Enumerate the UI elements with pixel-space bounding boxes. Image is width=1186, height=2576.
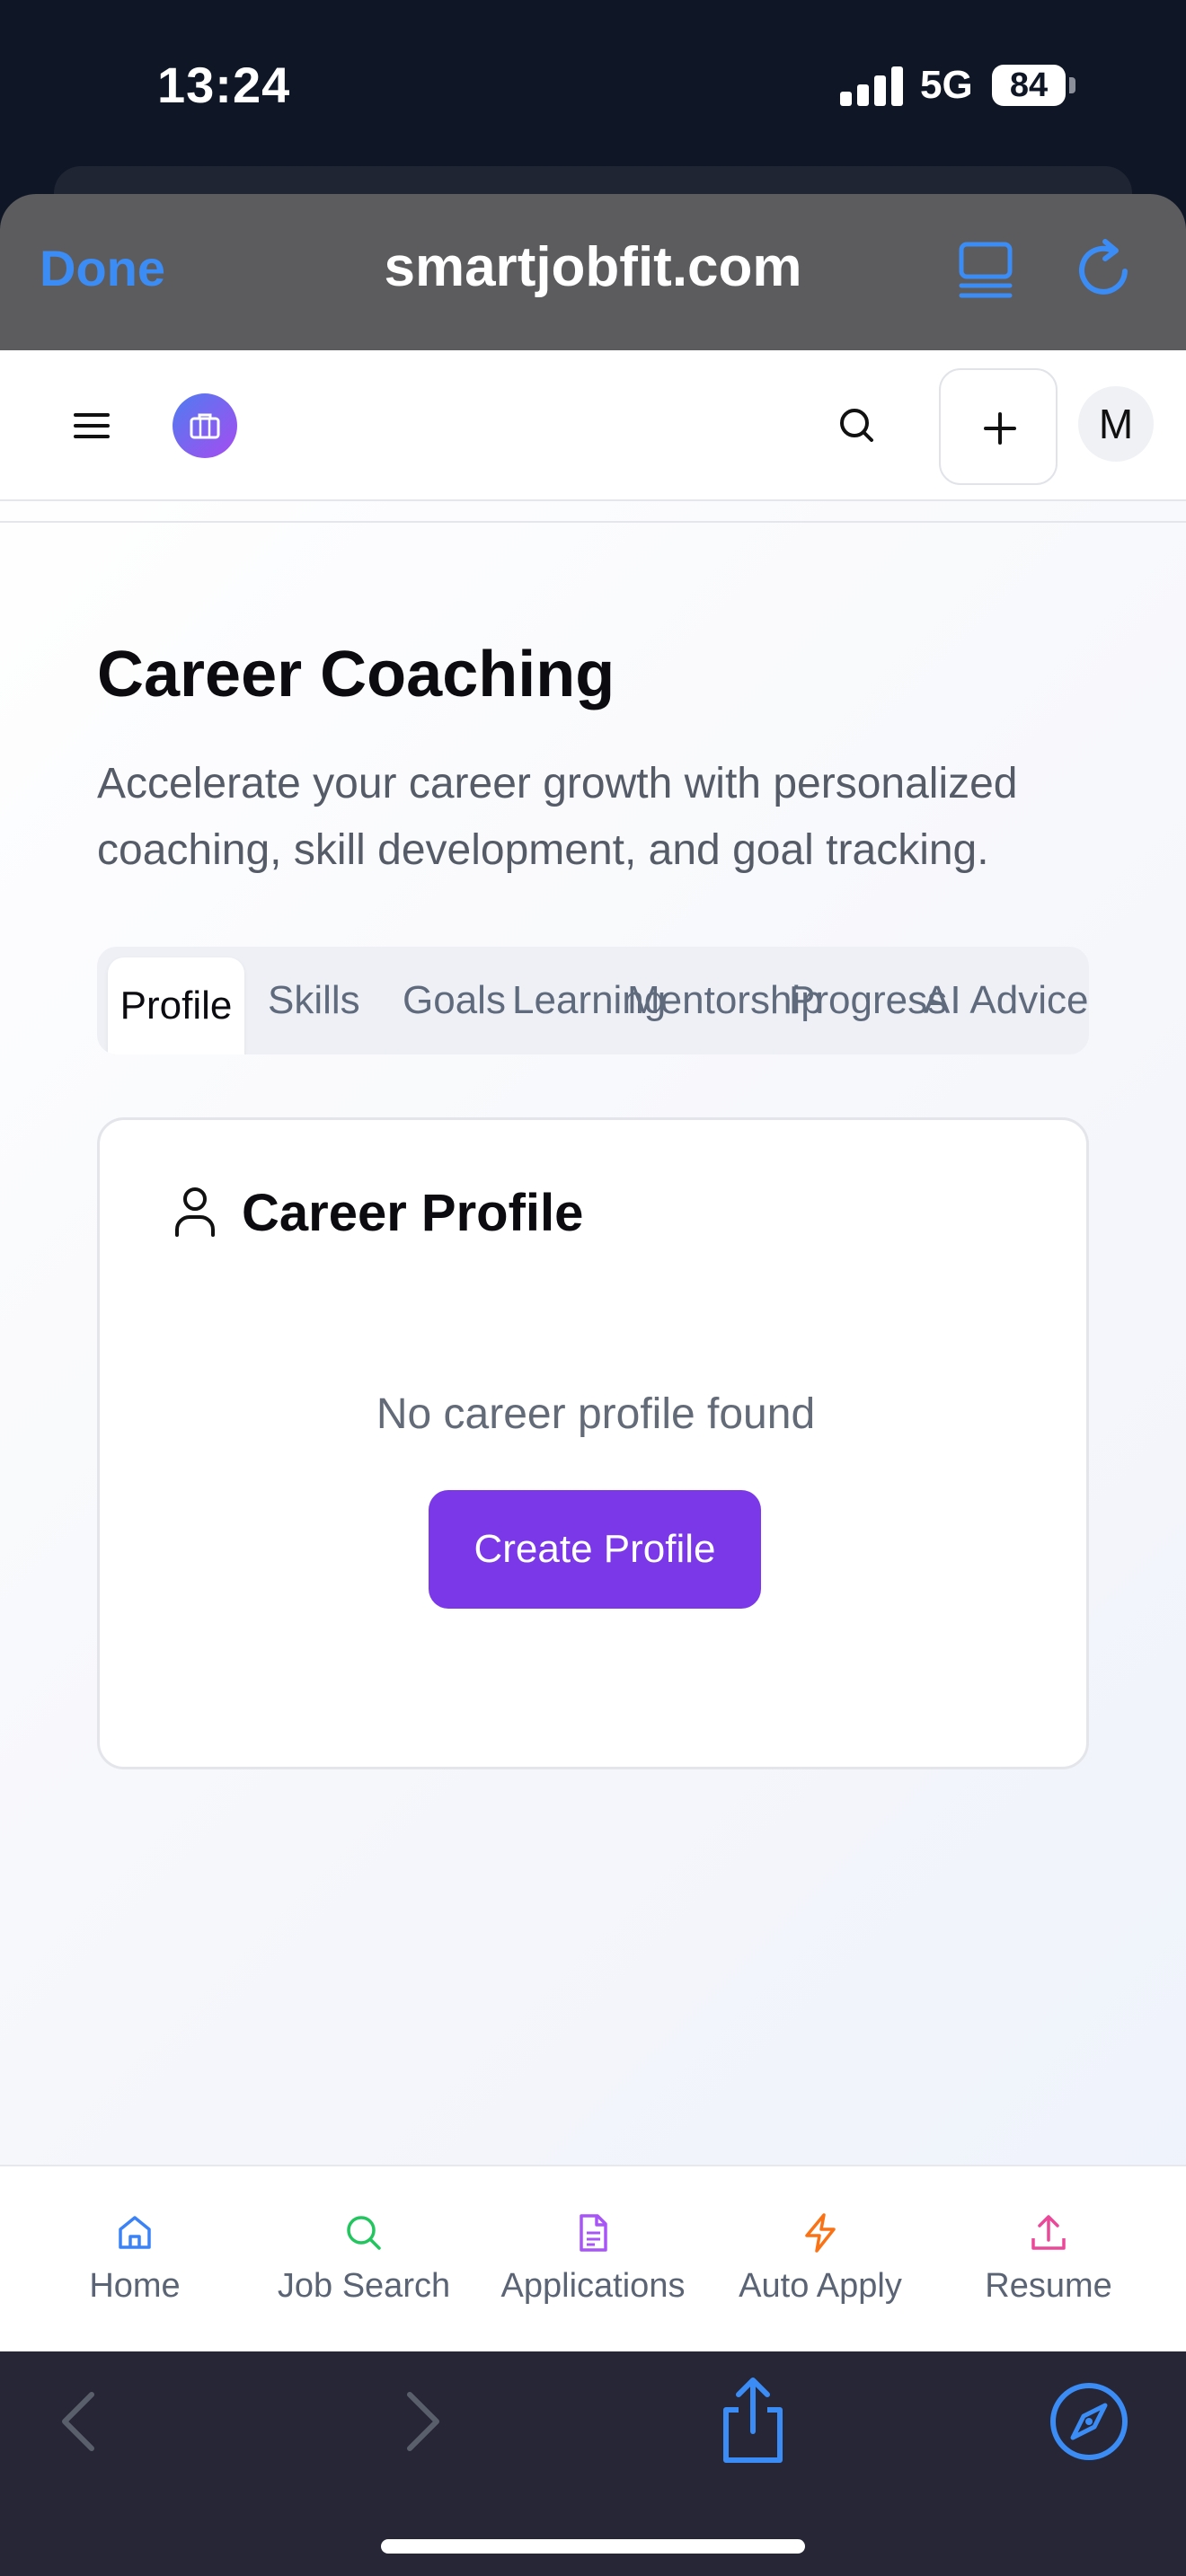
compass-icon[interactable] bbox=[1048, 2380, 1130, 2463]
nav-label: Applications bbox=[500, 2267, 686, 2305]
back-arrow-icon[interactable] bbox=[52, 2389, 106, 2454]
nav-applications[interactable]: Applications bbox=[490, 2211, 696, 2306]
avatar[interactable]: M bbox=[1078, 386, 1154, 462]
document-icon bbox=[580, 2214, 607, 2252]
create-profile-button[interactable]: Create Profile bbox=[429, 1490, 761, 1609]
search-icon[interactable] bbox=[830, 393, 884, 458]
home-icon bbox=[119, 2216, 151, 2249]
tab-profile[interactable]: Profile bbox=[108, 957, 244, 1054]
tab-ai-advice[interactable]: AI Advice bbox=[924, 947, 1088, 1054]
career-profile-card: Career Profile No career profile found C… bbox=[97, 1117, 1089, 1769]
tab-skills[interactable]: Skills bbox=[268, 947, 360, 1054]
hamburger-menu-icon[interactable] bbox=[68, 402, 115, 449]
battery-icon: 84 bbox=[992, 65, 1066, 106]
nav-resume[interactable]: Resume bbox=[945, 2211, 1152, 2306]
tab-bar: Profile Skills Goals Learning Mentorship… bbox=[97, 947, 1089, 1054]
status-time: 13:24 bbox=[157, 57, 291, 113]
nav-label: Auto Apply bbox=[739, 2267, 902, 2305]
forward-arrow-icon[interactable] bbox=[395, 2389, 449, 2454]
bottom-navigation: Home Job Search Applications Auto Apply … bbox=[0, 2165, 1186, 2351]
app-header: M bbox=[0, 350, 1186, 501]
reload-icon[interactable] bbox=[1073, 237, 1136, 300]
page-description: Accelerate your career growth with perso… bbox=[97, 760, 1018, 874]
nav-auto-apply[interactable]: Auto Apply bbox=[717, 2211, 924, 2306]
page-title: Career Coaching bbox=[97, 639, 615, 710]
nav-label: Job Search bbox=[277, 2267, 451, 2305]
card-title: Career Profile bbox=[242, 1184, 584, 1242]
nav-job-search[interactable]: Job Search bbox=[261, 2211, 467, 2306]
search-icon bbox=[347, 2216, 381, 2250]
briefcase-logo-icon[interactable] bbox=[173, 393, 237, 458]
nav-label: Home bbox=[89, 2267, 181, 2305]
add-button[interactable] bbox=[939, 368, 1058, 485]
tab-goals[interactable]: Goals bbox=[403, 947, 506, 1054]
nav-home[interactable]: Home bbox=[31, 2211, 238, 2306]
signal-icon bbox=[840, 66, 903, 106]
user-icon bbox=[170, 1185, 220, 1239]
network-label: 5G bbox=[920, 63, 973, 107]
app-content: M Career Coaching Accelerate your career… bbox=[0, 350, 1186, 2350]
plus-icon bbox=[984, 412, 1016, 445]
empty-state-text: No career profile found bbox=[376, 1390, 816, 1438]
battery-nub bbox=[1069, 77, 1075, 93]
share-icon[interactable] bbox=[715, 2376, 791, 2466]
upload-icon bbox=[1031, 2215, 1066, 2250]
tab-overview-icon[interactable] bbox=[958, 241, 1013, 300]
home-indicator bbox=[381, 2539, 805, 2554]
header-divider bbox=[0, 521, 1186, 523]
lightning-icon bbox=[805, 2213, 836, 2253]
nav-label: Resume bbox=[985, 2267, 1112, 2305]
